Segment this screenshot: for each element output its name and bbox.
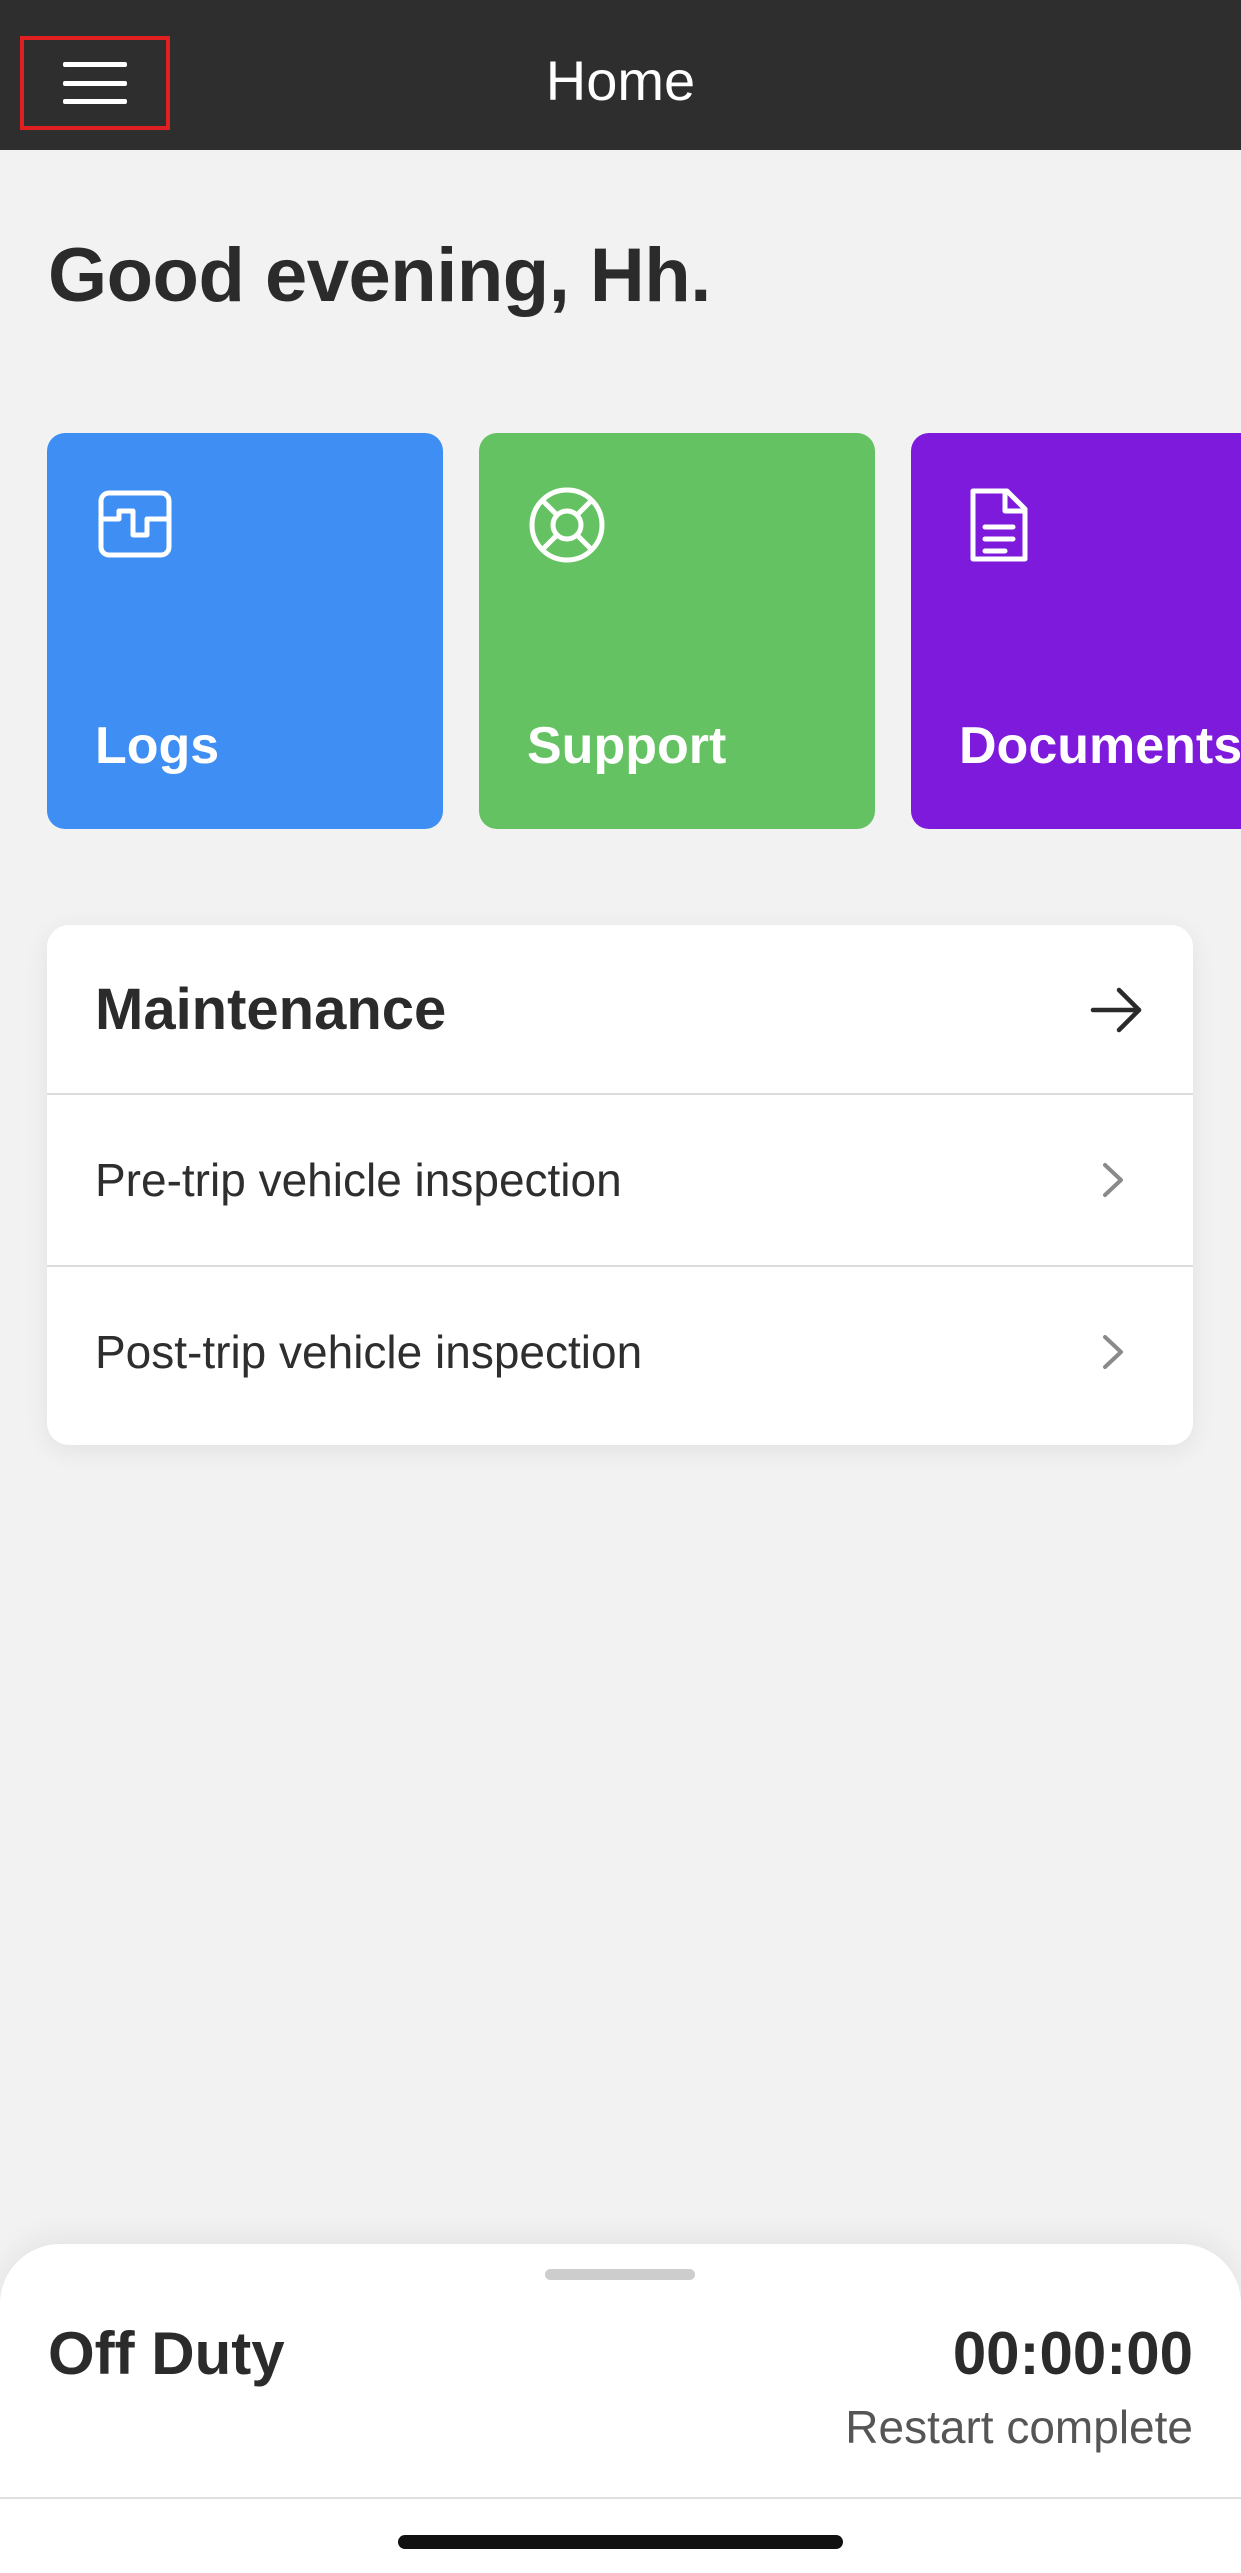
sheet-divider: [0, 2497, 1241, 2499]
documents-tile-label: Documents: [959, 717, 1241, 775]
post-trip-inspection-item[interactable]: Post-trip vehicle inspection: [47, 1267, 1193, 1437]
maintenance-title: Maintenance: [95, 977, 447, 1042]
chevron-right-icon: [1101, 1161, 1125, 1199]
logs-tile-label: Logs: [95, 717, 220, 775]
duty-status-label: Off Duty: [48, 2320, 285, 2387]
lifebuoy-icon: [527, 485, 607, 565]
app-bar: Home: [0, 0, 1241, 150]
chevron-right-icon: [1101, 1333, 1125, 1371]
support-tile[interactable]: Support: [479, 433, 875, 829]
restart-status-text: Restart complete: [845, 2401, 1193, 2453]
support-tile-label: Support: [527, 717, 727, 775]
maintenance-header[interactable]: Maintenance: [47, 925, 1193, 1093]
duty-status-sheet[interactable]: Off Duty 00:00:00 Restart complete: [0, 2244, 1241, 2573]
logs-graph-icon: [95, 485, 175, 565]
document-icon: [959, 485, 1039, 565]
page-title: Home: [545, 49, 696, 112]
post-trip-inspection-label: Post-trip vehicle inspection: [95, 1326, 643, 1378]
arrow-right-icon: [1089, 985, 1145, 1035]
greeting-text: Good evening, Hh.: [48, 233, 711, 318]
logs-tile[interactable]: Logs: [47, 433, 443, 829]
pre-trip-inspection-item[interactable]: Pre-trip vehicle inspection: [47, 1095, 1193, 1265]
duty-timer: 00:00:00: [952, 2320, 1193, 2387]
sheet-drag-handle[interactable]: [545, 2269, 695, 2280]
pre-trip-inspection-label: Pre-trip vehicle inspection: [95, 1154, 622, 1206]
hamburger-menu-icon: [63, 62, 127, 104]
documents-tile[interactable]: Documents: [911, 433, 1241, 829]
tile-carousel[interactable]: Logs Support Documents: [0, 433, 1241, 829]
menu-button[interactable]: [20, 36, 170, 130]
maintenance-card: Maintenance Pre-trip vehicle inspection …: [47, 925, 1193, 1445]
home-indicator[interactable]: [398, 2535, 843, 2549]
